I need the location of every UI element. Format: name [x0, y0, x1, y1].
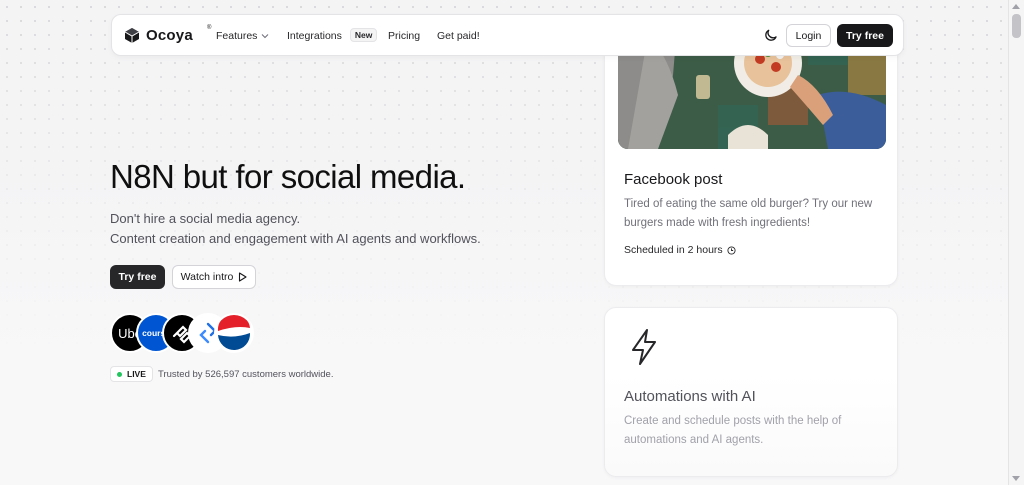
hero-title: N8N but for social media.	[110, 158, 466, 195]
scheduled-label: Scheduled in 2 hours	[624, 244, 723, 256]
live-dot-icon	[117, 371, 122, 377]
nav-try-free-button[interactable]: Try free	[837, 24, 893, 47]
chevron-down-icon	[262, 34, 269, 39]
scroll-up-arrow-icon[interactable]	[1012, 4, 1020, 9]
watch-intro-button[interactable]: Watch intro	[172, 265, 256, 289]
navbar: Ocoya ® Features Integrations New Pricin…	[111, 14, 904, 56]
nav-pricing[interactable]: Pricing	[388, 30, 420, 42]
lightning-icon	[632, 329, 656, 365]
hero-subtitle-line2: Content creation and engagement with AI …	[110, 231, 481, 246]
logo[interactable]: Ocoya ®	[124, 25, 211, 44]
login-button[interactable]: Login	[786, 24, 831, 47]
registered-mark: ®	[207, 25, 212, 31]
play-icon	[239, 272, 247, 282]
nav-integrations-label: Integrations	[287, 30, 342, 42]
nav-get-paid-label: Get paid!	[437, 30, 480, 42]
nav-pricing-label: Pricing	[388, 30, 421, 42]
moon-icon[interactable]	[764, 27, 779, 42]
nav-get-paid[interactable]: Get paid!	[437, 30, 480, 42]
logo-text: Ocoya	[146, 27, 193, 44]
ocoya-logo-icon	[124, 28, 140, 43]
automation-title: Automations with AI	[624, 388, 756, 405]
trusted-text: Trusted by 526,597 customers worldwide.	[158, 369, 334, 380]
facebook-post-title: Facebook post	[624, 171, 723, 188]
new-badge: New	[349, 28, 378, 42]
pepsi-logo	[214, 313, 254, 353]
live-label: LIVE	[127, 369, 146, 379]
nav-features-label: Features	[216, 30, 258, 42]
facebook-post-body: Tired of eating the same old burger? Try…	[624, 198, 873, 229]
clock-icon	[727, 245, 736, 255]
hero-try-free-button[interactable]: Try free	[110, 265, 165, 289]
live-badge: LIVE	[110, 366, 153, 382]
page-scrollbar[interactable]	[1008, 0, 1024, 485]
scroll-down-arrow-icon[interactable]	[1012, 476, 1020, 481]
nav-integrations[interactable]: Integrations New	[287, 28, 378, 42]
scroll-thumb[interactable]	[1012, 14, 1021, 38]
nav-features[interactable]: Features	[216, 30, 269, 42]
hero-subtitle-line1: Don't hire a social media agency.	[110, 211, 301, 226]
automation-card: Automations with AI Create and schedule …	[604, 307, 898, 477]
automation-body: Create and schedule posts with the help …	[624, 415, 842, 446]
watch-intro-label: Watch intro	[180, 271, 234, 283]
scheduled-status: Scheduled in 2 hours	[624, 244, 736, 256]
